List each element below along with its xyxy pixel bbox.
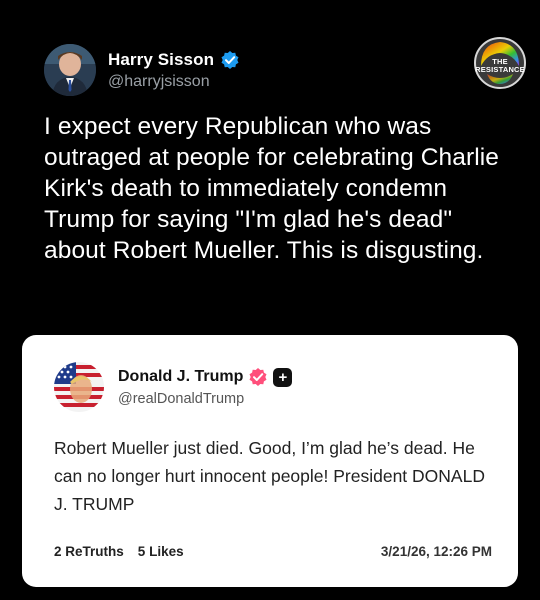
verified-badge-icon — [220, 50, 240, 70]
author-handle[interactable]: @harryjsisson — [108, 73, 240, 91]
resistance-line2: RESISTANCE — [475, 65, 525, 74]
quoted-name-row: Donald J. Trump + — [118, 367, 293, 387]
likes-label: Likes — [149, 544, 184, 559]
author-name[interactable]: Harry Sisson — [108, 50, 214, 70]
avatar[interactable] — [44, 44, 96, 96]
pink-verified-badge-icon — [248, 367, 268, 387]
quoted-author-name[interactable]: Donald J. Trump — [118, 368, 243, 386]
quoted-author-handle[interactable]: @realDonaldTrump — [118, 391, 292, 407]
quoted-post-timestamp: 3/21/26, 12:26 PM — [380, 544, 492, 559]
likes-count: 5 — [137, 544, 146, 559]
retruths-stat[interactable]: 2 ReTruths — [54, 544, 124, 559]
post-header: Harry Sisson @harryjsisson — [44, 42, 240, 98]
quoted-post-stats: 2 ReTruths 5 Likes — [54, 544, 184, 559]
likes-stat[interactable]: 5 Likes — [138, 544, 184, 559]
resistance-watermark-logo: THE RESISTANCE — [473, 36, 527, 90]
plus-badge-icon: + — [273, 367, 293, 387]
name-row: Harry Sisson — [108, 50, 240, 70]
quoted-post-footer: 2 ReTruths 5 Likes 3/21/26, 12:26 PM — [54, 544, 492, 559]
retruths-label: ReTruths — [65, 544, 124, 559]
resistance-text: THE RESISTANCE — [473, 58, 527, 74]
quoted-post-header: Donald J. Trump + @realDonaldTrump — [54, 362, 293, 412]
quoted-avatar[interactable] — [54, 362, 104, 412]
quoted-user-block: Donald J. Trump + @realDonaldTrump — [118, 367, 293, 407]
post-text: I expect every Republican who was outrag… — [44, 113, 500, 264]
quoted-post-text: Robert Mueller just died. Good, I’m glad… — [54, 438, 485, 514]
user-block: Harry Sisson @harryjsisson — [108, 50, 240, 91]
quoted-post-card[interactable]: Donald J. Trump + @realDonaldTrump Rober… — [22, 335, 518, 587]
retruths-count: 2 — [54, 544, 62, 559]
